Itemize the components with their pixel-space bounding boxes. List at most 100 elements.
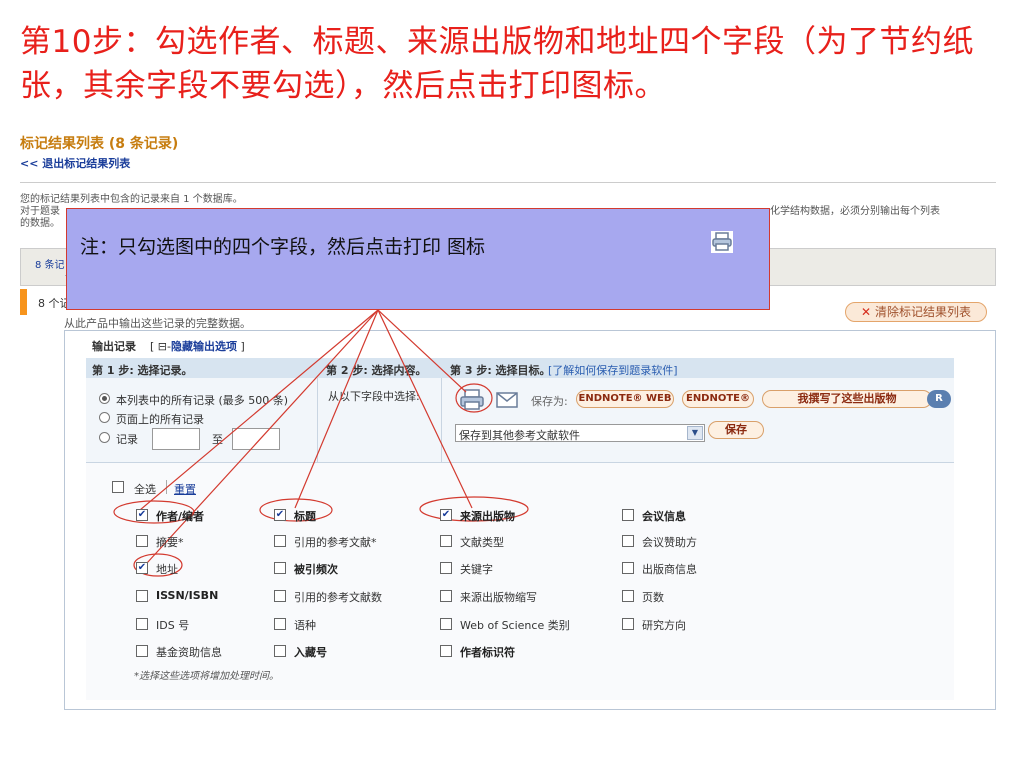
radio-all-label: 本列表中的所有记录 (最多 500 条): [116, 394, 289, 407]
field-label: 作者标识符: [460, 646, 515, 659]
field-checkbox[interactable]: [274, 590, 286, 602]
field-checkbox[interactable]: [622, 535, 634, 547]
field-label: ISSN/ISBN: [156, 589, 219, 602]
slide-title: 第10步：勾选作者、标题、来源出版物和地址四个字段（为了节约纸张，其余字段不要勾…: [20, 24, 974, 104]
clear-marked-list-button[interactable]: ✕ 清除标记结果列表: [845, 302, 987, 322]
field-label: 关键字: [460, 563, 493, 576]
radio-range-records[interactable]: [99, 432, 110, 443]
field-checkbox[interactable]: [440, 645, 452, 657]
field-checkbox[interactable]: ✔: [440, 509, 452, 521]
page-title: 标记结果列表 (8 条记录): [20, 136, 179, 152]
field-label: 地址: [156, 563, 178, 576]
field-checkbox[interactable]: [136, 590, 148, 602]
field-label: 研究方向: [642, 619, 686, 632]
field-label: Web of Science 类别: [460, 619, 570, 632]
field-label: 引用的参考文献*: [294, 536, 377, 549]
step3-heading: 第 3 步: 选择目标。: [450, 364, 551, 377]
envelope-icon[interactable]: [496, 392, 518, 408]
output-description: 从此产品中输出这些记录的完整数据。: [64, 317, 251, 330]
save-as-label: 保存为:: [531, 395, 568, 408]
field-label: 会议信息: [642, 510, 686, 523]
field-checkbox[interactable]: [440, 535, 452, 547]
steps-header: 第 1 步: 选择记录。 第 2 步: 选择内容。 第 3 步: 选择目标。 […: [86, 358, 954, 378]
instruction-callout: [66, 208, 770, 310]
printer-icon: [711, 231, 733, 253]
field-label: 页数: [642, 591, 664, 604]
bracket-suffix: ]: [236, 340, 245, 353]
researcherid-button[interactable]: 我撰写了这些出版物: [762, 390, 932, 408]
field-checkbox[interactable]: [440, 618, 452, 630]
divider: [166, 480, 167, 494]
field-label: 基金资助信息: [156, 646, 222, 659]
save-target-select[interactable]: 保存到其他参考文献软件 ▼: [455, 424, 705, 442]
endnote-web-button[interactable]: ENDNOTE® WEB: [576, 390, 674, 408]
save-target-value: 保存到其他参考文献软件: [459, 429, 580, 442]
fields-panel: [86, 462, 954, 700]
save-button[interactable]: 保存: [708, 421, 764, 439]
chevron-down-icon[interactable]: ▼: [687, 426, 703, 440]
field-checkbox[interactable]: [622, 509, 634, 521]
field-label: 入藏号: [294, 646, 327, 659]
field-label: 出版商信息: [642, 563, 697, 576]
hide-options-toggle[interactable]: [ ⊟-隐藏输出选项 ]: [150, 338, 245, 354]
step2-heading: 第 2 步: 选择内容。: [326, 364, 427, 377]
close-icon: ✕: [860, 305, 872, 319]
step1-heading: 第 1 步: 选择记录。: [92, 364, 193, 377]
field-checkbox[interactable]: [274, 618, 286, 630]
field-label: 会议赞助方: [642, 536, 697, 549]
field-label: 被引频次: [294, 563, 338, 576]
field-checkbox[interactable]: [440, 562, 452, 574]
field-checkbox[interactable]: [622, 590, 634, 602]
field-checkbox[interactable]: [622, 618, 634, 630]
field-checkbox[interactable]: [136, 645, 148, 657]
radio-range-label: 记录: [116, 433, 138, 446]
instruction-text: 注：只勾选图中的四个字段，然后点击打印 图标: [80, 236, 486, 258]
clear-button-label: 清除标记结果列表: [875, 305, 972, 319]
field-checkbox[interactable]: [440, 590, 452, 602]
output-records-label: 输出记录: [92, 340, 136, 353]
bracket-prefix: [ ⊟-: [150, 340, 171, 353]
range-to-label: 至: [212, 433, 223, 446]
info-text: 对于题录: [20, 206, 60, 217]
field-checkbox[interactable]: ✔: [136, 562, 148, 574]
field-checkbox[interactable]: ✔: [136, 509, 148, 521]
select-all-checkbox[interactable]: [112, 481, 124, 493]
reset-link[interactable]: 重置: [174, 481, 196, 497]
researcherid-badge: R: [927, 390, 951, 408]
field-label: 引用的参考文献数: [294, 591, 382, 604]
accent-bar: [20, 289, 27, 315]
field-label: 标题: [294, 510, 316, 523]
info-text: 的数据。: [20, 218, 60, 229]
field-label: 来源出版物缩写: [460, 591, 537, 604]
field-checkbox[interactable]: [274, 535, 286, 547]
field-label: 来源出版物: [460, 510, 515, 523]
field-label: IDS 号: [156, 619, 190, 632]
field-label: 文献类型: [460, 536, 504, 549]
info-text: 您的标记结果列表中包含的记录来自 1 个数据库。: [20, 194, 243, 205]
radio-page-label: 页面上的所有记录: [116, 413, 204, 426]
step2-instruction: 从以下字段中选择:: [328, 390, 420, 403]
records-row-label: 8 条记: [35, 260, 65, 271]
field-label: 语种: [294, 619, 316, 632]
radio-page-records[interactable]: [99, 412, 110, 423]
exit-marked-list-link[interactable]: << 退出标记结果列表: [20, 155, 130, 171]
radio-all-records[interactable]: [99, 393, 110, 404]
endnote-help-link[interactable]: [了解如何保存到题录软件]: [548, 362, 678, 378]
field-checkbox[interactable]: [274, 645, 286, 657]
info-text: 化学结构数据，必须分别输出每个列表: [770, 206, 940, 217]
field-checkbox[interactable]: [622, 562, 634, 574]
hide-options-link[interactable]: 隐藏输出选项: [171, 340, 237, 353]
field-label: 摘要*: [156, 536, 184, 549]
printer-icon[interactable]: [459, 389, 485, 411]
divider: [20, 182, 996, 183]
footnote: *选择这些选项将增加处理时间。: [134, 671, 279, 682]
record-to-input[interactable]: [232, 428, 280, 450]
record-from-input[interactable]: [152, 428, 200, 450]
field-label: 作者/编者: [156, 510, 205, 523]
field-checkbox[interactable]: [136, 618, 148, 630]
select-all-label: 全选: [134, 483, 156, 496]
field-checkbox[interactable]: ✔: [274, 509, 286, 521]
field-checkbox[interactable]: [274, 562, 286, 574]
endnote-button[interactable]: ENDNOTE®: [682, 390, 754, 408]
field-checkbox[interactable]: [136, 535, 148, 547]
